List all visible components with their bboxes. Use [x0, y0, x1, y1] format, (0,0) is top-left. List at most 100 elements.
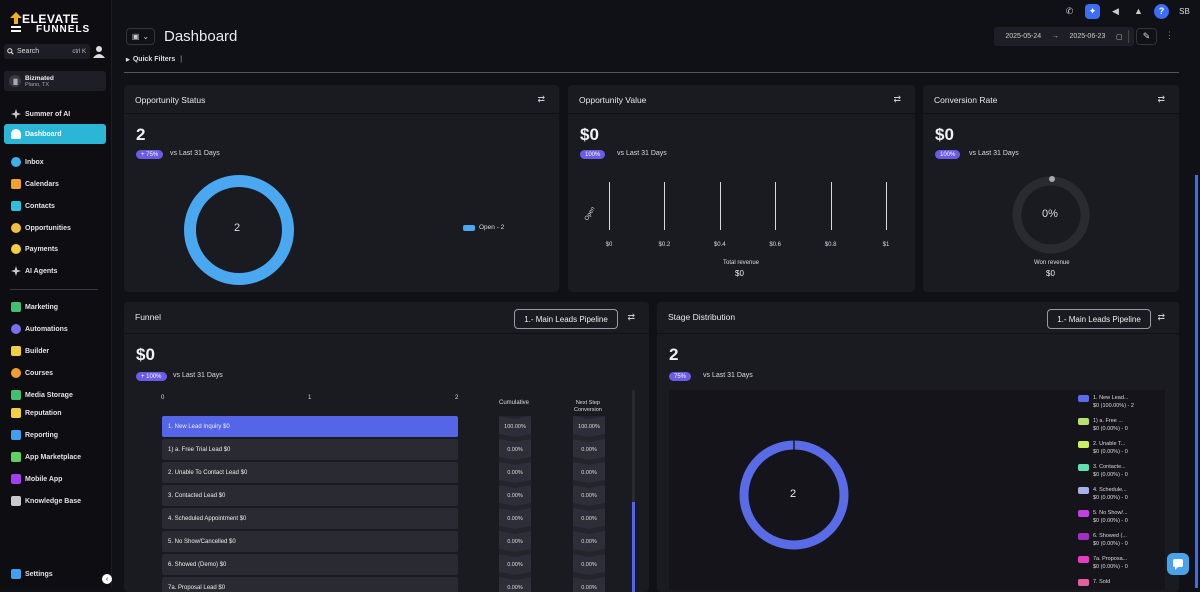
- sidebar-item-ai-agents[interactable]: AI Agents: [4, 261, 106, 281]
- trend-compare: vs Last 31 Days: [703, 372, 753, 379]
- sidebar-divider: [10, 289, 98, 290]
- pipeline-select[interactable]: 1.- Main Leads Pipeline: [514, 309, 618, 329]
- sidebar-item-payments[interactable]: Payments: [4, 239, 106, 259]
- cumulative-cell: 100.00%: [499, 416, 531, 437]
- funnel-stage-row[interactable]: 1. New Lead Inquiry $0: [162, 416, 458, 437]
- sidebar-item-automations[interactable]: Automations: [4, 319, 106, 339]
- legend-swatch: [1078, 533, 1089, 540]
- sidebar-item-calendars[interactable]: Calendars: [4, 174, 106, 194]
- legend-item[interactable]: 1) a. Free ... $0 (0.00%) - 0: [1078, 417, 1160, 440]
- swap-icon[interactable]: ⇄: [627, 312, 635, 323]
- payments-icon: [11, 244, 21, 254]
- metric-value: 2: [669, 345, 679, 364]
- inbox-icon: [11, 157, 21, 167]
- chat-bubble-icon: [1173, 559, 1183, 570]
- trend-badge: + 100%: [136, 372, 167, 381]
- more-options-icon[interactable]: ⋮: [1165, 30, 1174, 41]
- legend-swatch: [1078, 418, 1089, 425]
- sidebar-item-mobile-app[interactable]: Mobile App: [4, 469, 106, 489]
- swap-icon[interactable]: ⇄: [1157, 312, 1165, 323]
- account-avatar: [9, 75, 21, 87]
- gauge-marker: [1049, 176, 1055, 182]
- axis-tick-label: $0.8: [824, 242, 837, 248]
- phone-icon[interactable]: ✆: [1062, 4, 1077, 19]
- funnel-stage-row[interactable]: 7a. Proposal Lead $0: [162, 577, 458, 592]
- legend-item[interactable]: 2. Unable T... $0 (0.00%) - 0: [1078, 440, 1160, 463]
- account-switcher[interactable]: Bizmated Plano, TX: [4, 71, 106, 91]
- legend-item[interactable]: Open - 2: [463, 224, 504, 231]
- account-location: Plano, TX: [25, 81, 50, 88]
- legend-item[interactable]: 1. New Lead... $0 (100.00%) - 2: [1078, 394, 1160, 417]
- sidebar-item-media-storage[interactable]: Media Storage: [4, 385, 106, 405]
- help-icon[interactable]: ?: [1154, 3, 1169, 19]
- sidebar-item-marketing[interactable]: Marketing: [4, 297, 106, 317]
- sidebar-item-opportunities[interactable]: Opportunities: [4, 218, 106, 238]
- sidebar-item-dashboard[interactable]: Dashboard: [4, 124, 106, 144]
- card-divider: [657, 333, 1179, 334]
- account-name: Bizmated: [25, 74, 54, 82]
- funnel-stage-row[interactable]: 6. Showed (Demo) $0: [162, 554, 458, 575]
- magic-wand-icon[interactable]: ✦: [1085, 3, 1100, 19]
- col-cumulative: Cumulative: [499, 400, 530, 406]
- date-from: 2025-05-24: [1005, 33, 1042, 40]
- mobile-app-icon: [11, 474, 21, 484]
- sidebar-item-builder[interactable]: Builder: [4, 341, 106, 361]
- legend-swatch: [463, 224, 475, 231]
- scrollbar-thumb[interactable]: [632, 502, 635, 592]
- next-step-cell: 0.00%: [573, 554, 605, 575]
- grid-line: [886, 182, 887, 230]
- chat-widget-button[interactable]: [1167, 553, 1189, 575]
- funnel-stage-row[interactable]: 1) a. Free Trial Lead $0: [162, 439, 458, 460]
- page-scrollbar-thumb[interactable]: [1195, 175, 1198, 588]
- sidebar-item-courses[interactable]: Courses: [4, 363, 106, 383]
- legend-item[interactable]: 3. Contacte... $0 (0.00%) - 0: [1078, 463, 1160, 486]
- megaphone-icon[interactable]: ◀: [1108, 4, 1123, 19]
- search-input[interactable]: Search ctrl K: [4, 44, 90, 59]
- automations-icon: [11, 324, 21, 334]
- metric-value: $0: [136, 345, 155, 364]
- edit-dashboard-button[interactable]: ✎: [1136, 28, 1157, 45]
- axis-tick-label: $0: [605, 242, 613, 248]
- pipeline-select[interactable]: 1.- Main Leads Pipeline: [1047, 309, 1151, 329]
- card-divider: [923, 113, 1179, 114]
- quick-filters-toggle[interactable]: ▶ Quick Filters |: [126, 56, 182, 63]
- brand-logo[interactable]: ELEVATE FUNNELS: [8, 10, 104, 36]
- sidebar-item-knowledge-base[interactable]: Knowledge Base: [4, 491, 106, 511]
- axis-tick-label: $1: [882, 242, 890, 248]
- funnel-stage-row[interactable]: 2. Unable To Contact Lead $0: [162, 462, 458, 483]
- sidebar-collapse-button[interactable]: ‹: [102, 574, 112, 584]
- legend-swatch: [1078, 487, 1089, 494]
- search-shortcut: ctrl K: [72, 48, 86, 55]
- brand-line2: FUNNELS: [36, 24, 91, 35]
- marketing-icon: [11, 302, 21, 312]
- sidebar-item-summer-of-ai[interactable]: Summer of AI: [4, 104, 106, 124]
- cumulative-cell: 0.00%: [499, 462, 531, 483]
- search-label: Search: [17, 48, 40, 55]
- sidebar-item-settings[interactable]: Settings: [4, 564, 106, 584]
- card-title: Funnel: [135, 312, 161, 322]
- sidebar-item-contacts[interactable]: Contacts: [4, 196, 106, 216]
- funnel-stage-row[interactable]: 4. Scheduled Appointment $0: [162, 508, 458, 529]
- trend-compare: vs Last 31 Days: [170, 150, 220, 157]
- legend-item[interactable]: 5. No Show/... $0 (0.00%) - 0: [1078, 509, 1160, 532]
- legend-item[interactable]: 7a. Proposa... $0 (0.00%) - 0: [1078, 555, 1160, 578]
- legend-item[interactable]: 7. Sold: [1078, 578, 1160, 592]
- sidebar-item-reputation[interactable]: Reputation: [4, 403, 106, 423]
- sidebar-item-inbox[interactable]: Inbox: [4, 152, 106, 172]
- swap-icon[interactable]: ⇄: [537, 94, 545, 105]
- sidebar-item-app-marketplace[interactable]: App Marketplace: [4, 447, 106, 467]
- legend-item[interactable]: 6. Showed (... $0 (0.00%) - 0: [1078, 532, 1160, 555]
- user-avatar[interactable]: SB: [1177, 4, 1192, 19]
- legend-item[interactable]: 4. Schedule... $0 (0.00%) - 0: [1078, 486, 1160, 509]
- funnel-stage-row[interactable]: 5. No Show/Cancelled $0: [162, 531, 458, 552]
- gauge-center-value: 0%: [1042, 208, 1058, 220]
- user-icon[interactable]: [93, 45, 105, 58]
- bell-icon[interactable]: ▲: [1131, 4, 1146, 19]
- footer-label: Won revenue: [1034, 260, 1070, 266]
- layout-toggle-button[interactable]: ▣ ⌄: [126, 28, 155, 45]
- funnel-stage-row[interactable]: 3. Contacted Lead $0: [162, 485, 458, 506]
- sidebar-item-reporting[interactable]: Reporting: [4, 425, 106, 445]
- date-range-picker[interactable]: 2025-05-24 → 2025-06-23 ▢: [994, 27, 1134, 46]
- swap-icon[interactable]: ⇄: [1157, 94, 1165, 105]
- date-arrow-icon: →: [1051, 33, 1059, 40]
